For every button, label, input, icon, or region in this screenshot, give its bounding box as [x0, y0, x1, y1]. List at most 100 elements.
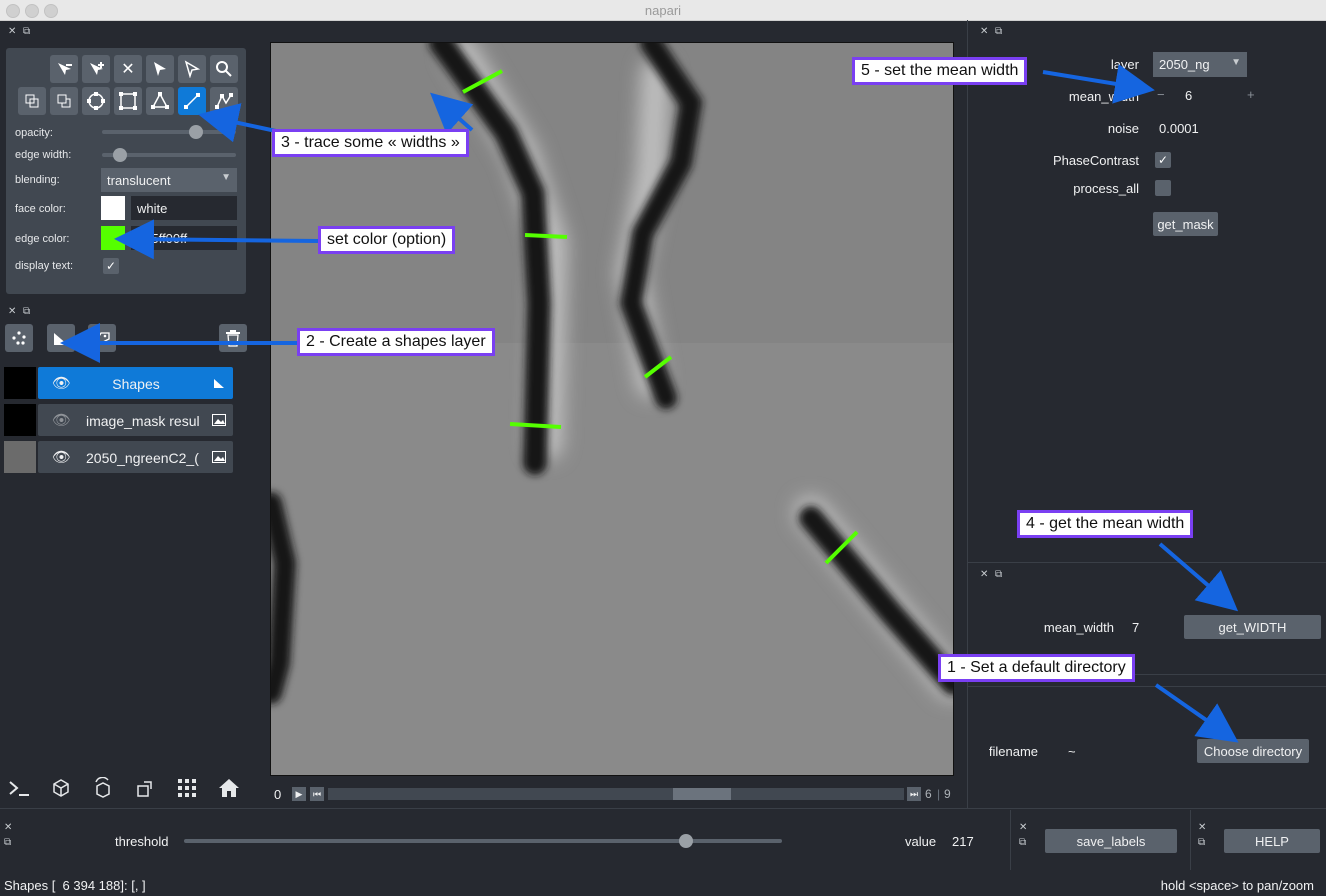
polygon-icon [151, 92, 169, 109]
step-forward-button[interactable]: ⏭ [907, 787, 921, 801]
get-width-button[interactable]: get_WIDTH [1184, 615, 1321, 639]
process-all-checkbox[interactable] [1155, 180, 1171, 196]
opacity-slider-handle[interactable] [188, 125, 203, 139]
noise-input[interactable]: 0.0001 [1153, 117, 1203, 139]
edge-width-slider-handle[interactable] [112, 148, 127, 162]
select-shape-tool[interactable] [146, 55, 174, 83]
roll-icon [95, 777, 110, 798]
bottom-dock2-float-icon[interactable]: ⧉ [1019, 837, 1026, 848]
roll-dims-button[interactable] [86, 771, 120, 805]
home-button[interactable] [212, 771, 246, 805]
add-points-tool[interactable] [82, 55, 110, 83]
move-back-tool[interactable] [18, 87, 46, 115]
filename-input[interactable]: ~ [1062, 739, 1190, 763]
display-text-checkbox[interactable]: ✓ [103, 258, 119, 274]
width-mean-width-value: 7 [1132, 619, 1140, 635]
layer-select-value: 2050_ng [1159, 57, 1210, 72]
path-icon [215, 93, 233, 109]
layerlist-close-icon[interactable]: ✕ [8, 306, 16, 317]
filename-value: ~ [1068, 743, 1076, 759]
threshold-label: threshold [115, 834, 169, 849]
delete-layer-button[interactable] [219, 324, 247, 352]
zoom-tool[interactable] [210, 55, 238, 83]
layer-label: layer [1110, 57, 1139, 72]
bottom-dock3-close-icon[interactable]: ✕ [1198, 822, 1206, 833]
edge-color-swatch[interactable] [101, 226, 125, 250]
shapes-icon [214, 379, 224, 388]
chevron-down-icon: ▼ [221, 172, 231, 183]
widget1-close-icon[interactable]: ✕ [980, 26, 988, 37]
opacity-label: opacity: [15, 127, 53, 139]
bottom-dock2-close-icon[interactable]: ✕ [1019, 822, 1027, 833]
dock-close-icon[interactable]: ✕ [8, 26, 16, 37]
play-button[interactable]: ▶ [292, 787, 306, 801]
move-front-tool[interactable] [50, 87, 78, 115]
filename-label: filename [988, 744, 1038, 759]
dims-slider-handle[interactable] [673, 788, 732, 800]
widget2-float-icon[interactable]: ⧉ [995, 569, 1002, 580]
widget2-close-icon[interactable]: ✕ [980, 569, 988, 580]
annotation-step-3: 3 - trace some « widths » [272, 129, 469, 157]
points-icon [12, 331, 26, 345]
ellipse-tool[interactable] [82, 87, 110, 115]
threshold-slider-handle[interactable] [679, 834, 694, 848]
get-mask-button[interactable]: get_mask [1153, 212, 1218, 236]
remove-points-tool[interactable] [50, 55, 78, 83]
minus-icon[interactable]: − [1157, 87, 1165, 102]
value-input[interactable]: 217 [946, 829, 998, 853]
layer-select[interactable]: 2050_ng ▼ [1153, 52, 1247, 77]
mean-width-spinbox[interactable]: − 6 + [1153, 85, 1262, 107]
annotation-set-color: set color (option) [318, 226, 456, 254]
dims-current-label: 6 [925, 787, 932, 801]
line-tool[interactable] [178, 87, 206, 115]
choose-directory-button[interactable]: Choose directory [1197, 739, 1309, 763]
polygon-tool[interactable] [146, 87, 174, 115]
dims-slider[interactable] [328, 788, 904, 800]
face-color-swatch[interactable] [101, 196, 125, 220]
transpose-dims-button[interactable] [128, 771, 162, 805]
bottom-dock3-float-icon[interactable]: ⧉ [1198, 837, 1205, 848]
display-text-label: display text: [15, 260, 74, 272]
edge-color-label: edge color: [15, 233, 70, 245]
eye-icon[interactable]: 👁 [52, 374, 71, 392]
ndisplay-button[interactable] [44, 771, 78, 805]
face-color-label: face color: [15, 203, 66, 215]
new-labels-layer-button[interactable] [88, 324, 116, 352]
eye-icon[interactable]: 👁 [52, 448, 71, 466]
console-button[interactable] [2, 771, 36, 805]
opacity-slider[interactable] [102, 130, 236, 134]
search-icon [216, 61, 232, 77]
path-tool[interactable] [210, 87, 238, 115]
new-points-layer-button[interactable] [5, 324, 33, 352]
blending-select[interactable]: translucent ▼ [101, 168, 237, 192]
layer-row-2050[interactable]: 👁 2050_ngreenC2_( [4, 441, 233, 473]
help-button[interactable]: HELP [1224, 829, 1320, 853]
plus-icon[interactable]: + [1247, 87, 1255, 102]
layer-row-shapes[interactable]: 👁 Shapes [4, 367, 233, 399]
step-back-button[interactable]: ⏮ [310, 787, 324, 801]
layer-row-image-mask[interactable]: 👁 image_mask resul [4, 404, 233, 436]
layerlist-float-icon[interactable]: ⧉ [23, 306, 30, 317]
eye-hidden-icon[interactable]: 👁 [52, 411, 71, 429]
layer-name: Shapes [112, 376, 160, 392]
value-label: value [905, 834, 937, 849]
width-mean-width-input[interactable]: 7 [1126, 615, 1176, 639]
select-minus-icon [58, 63, 72, 75]
delete-shape-tool[interactable]: ✕ [114, 55, 142, 83]
phase-contrast-checkbox[interactable]: ✓ [1155, 152, 1171, 168]
annotation-step-1: 1 - Set a default directory [938, 654, 1135, 682]
face-color-input[interactable]: white [131, 196, 237, 220]
edge-color-input[interactable]: #55ff00ff [131, 226, 237, 250]
bottom-dock1-float-icon[interactable]: ⧉ [4, 837, 11, 848]
new-shapes-layer-button[interactable] [47, 324, 75, 352]
save-labels-button[interactable]: save_labels [1045, 829, 1177, 853]
edge-width-label: edge width: [15, 149, 72, 161]
dock-float-icon[interactable]: ⧉ [23, 26, 30, 37]
bottom-dock1-close-icon[interactable]: ✕ [4, 822, 12, 833]
layer-thumbnail [4, 367, 36, 399]
grid-view-button[interactable] [170, 771, 204, 805]
direct-select-tool[interactable] [178, 55, 206, 83]
widget1-float-icon[interactable]: ⧉ [995, 26, 1002, 37]
rectangle-tool[interactable] [114, 87, 142, 115]
annotation-step-4: 4 - get the mean width [1017, 510, 1194, 538]
